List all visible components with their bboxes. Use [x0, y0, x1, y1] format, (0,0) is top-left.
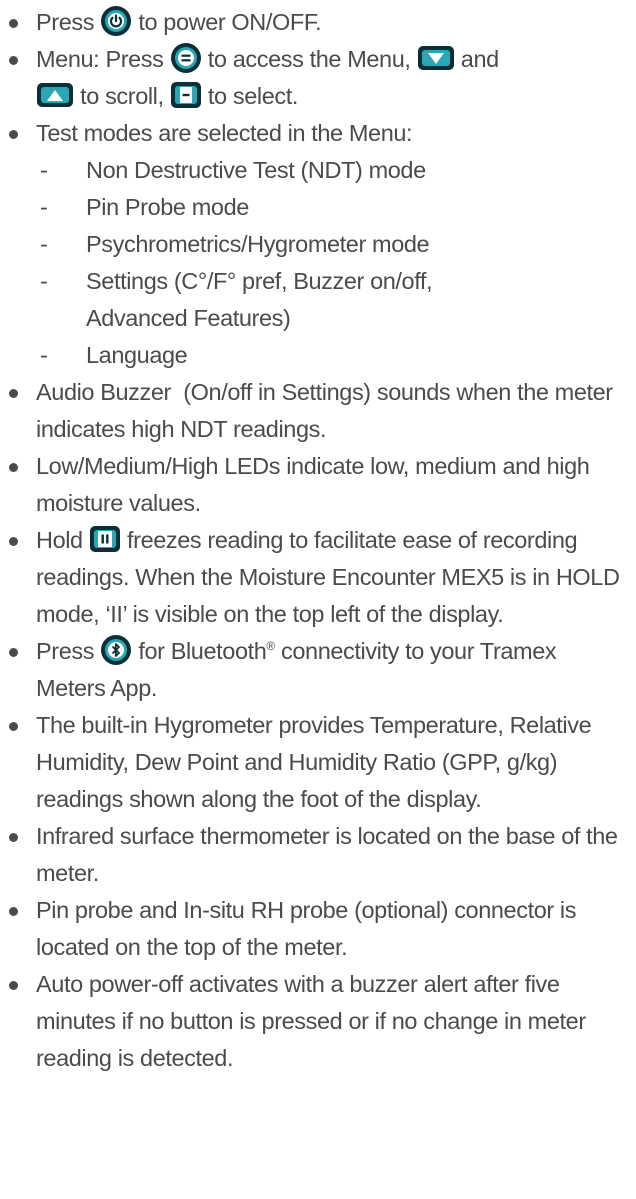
up-arrow-icon — [37, 82, 73, 107]
bluetooth-pre-text: Press — [36, 638, 95, 664]
hygrometer-text: The built-in Hygrometer provides Tempera… — [36, 712, 592, 812]
hold-post-text: freezes reading to facilitate ease of re… — [36, 527, 620, 627]
leds-text: Low/Medium/High LEDs indicate low, mediu… — [36, 453, 590, 516]
sub-item-text: Psychrometrics/Hygrometer mode — [86, 231, 430, 257]
sub-item: Non Destructive Test (NDT) mode — [0, 152, 636, 189]
menu-text-e: to select. — [207, 83, 298, 109]
power-pre-text: Press — [36, 9, 95, 35]
menu-text-d: to scroll, — [80, 83, 164, 109]
menu-text-c: and — [460, 46, 499, 72]
down-arrow-icon — [417, 45, 454, 70]
power-icon — [101, 5, 132, 36]
list-item-menu: Menu: Press to access the Menu, and to s… — [0, 41, 636, 115]
list-item-hold: Hold freezes reading to facilitate ease … — [0, 522, 636, 633]
bluetooth-icon — [101, 634, 132, 665]
sub-item: Language — [0, 337, 636, 374]
power-post-text: to power ON/OFF. — [138, 9, 322, 35]
list-item-test-modes: Test modes are selected in the Menu: — [0, 115, 636, 152]
list-item-buzzer: Audio Buzzer (On/off in Settings) sounds… — [0, 374, 636, 448]
list-item-auto-off: Auto power-off activates with a buzzer a… — [0, 966, 636, 1077]
buzzer-text: Audio Buzzer (On/off in Settings) sounds… — [36, 379, 619, 442]
sub-item: Psychrometrics/Hygrometer mode — [0, 226, 636, 263]
feature-list: Press to power ON/OFF. Menu: Press to ac… — [0, 0, 636, 1077]
hold-pre-text: Hold — [36, 527, 83, 553]
sub-item-text: Non Destructive Test (NDT) mode — [86, 157, 426, 183]
sub-item-text: Language — [86, 342, 188, 368]
list-item-hygrometer: The built-in Hygrometer provides Tempera… — [0, 707, 636, 818]
sub-item-text: Pin Probe mode — [86, 194, 249, 220]
list-item-probe: Pin probe and In-situ RH probe (optional… — [0, 892, 636, 966]
list-item-infrared: Infrared surface thermometer is located … — [0, 818, 636, 892]
select-icon — [170, 81, 201, 108]
list-item-leds: Low/Medium/High LEDs indicate low, mediu… — [0, 448, 636, 522]
menu-text-b: to access the Menu, — [207, 46, 411, 72]
auto-off-text: Auto power-off activates with a buzzer a… — [36, 971, 586, 1071]
sub-item: Settings (C°/F° pref, Buzzer on/off, Adv… — [0, 263, 636, 337]
probe-text: Pin probe and In-situ RH probe (optional… — [36, 897, 577, 960]
menu-icon — [170, 42, 201, 73]
bluetooth-mid-text: for Bluetooth — [138, 638, 267, 664]
sub-item-text: Settings (C°/F° pref, Buzzer on/off, Adv… — [86, 268, 433, 331]
registered-mark: ® — [266, 639, 275, 654]
sub-item: Pin Probe mode — [0, 189, 636, 226]
test-modes-text: Test modes are selected in the Menu: — [36, 120, 413, 146]
infrared-text: Infrared surface thermometer is located … — [36, 823, 618, 886]
menu-text-a: Menu: Press — [36, 46, 164, 72]
list-item-bluetooth: Press for Bluetooth® connectivity to you… — [0, 633, 636, 707]
list-item-power: Press to power ON/OFF. — [0, 4, 636, 41]
hold-icon — [89, 525, 120, 552]
